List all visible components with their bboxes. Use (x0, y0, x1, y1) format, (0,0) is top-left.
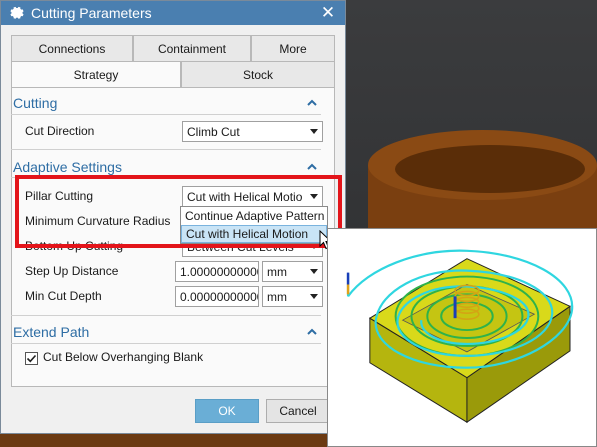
divider (11, 149, 321, 150)
chevron-up-icon[interactable] (306, 326, 318, 338)
check-icon (26, 354, 37, 363)
toolpath-illustration (346, 249, 574, 424)
min-cut-depth-label: Min Cut Depth (25, 289, 102, 303)
step-up-label: Step Up Distance (25, 264, 119, 278)
close-icon[interactable]: ✕ (319, 3, 337, 23)
title-bar[interactable]: Cutting Parameters ✕ (1, 1, 345, 25)
tab-stock[interactable]: Stock (181, 61, 335, 87)
section-adaptive-header[interactable]: Adaptive Settings (13, 157, 318, 177)
background-cylinder-hole (395, 145, 585, 193)
tab-containment[interactable]: Containment (133, 35, 251, 61)
tab-strategy[interactable]: Strategy (11, 61, 181, 87)
section-extend-header[interactable]: Extend Path (13, 322, 318, 342)
gear-icon (9, 5, 25, 21)
section-title: Extend Path (13, 324, 90, 340)
window-title: Cutting Parameters (31, 5, 152, 21)
divider (11, 114, 321, 115)
section-title: Adaptive Settings (13, 159, 122, 175)
select-value: Climb Cut (187, 124, 240, 139)
step-up-unit-select[interactable]: mm (262, 261, 323, 282)
chevron-down-icon (310, 129, 318, 134)
step-up-input[interactable]: 1.000000000000 (175, 261, 259, 282)
chevron-up-icon[interactable] (306, 97, 318, 109)
pillar-cutting-dropdown-list: Continue Adaptive Pattern Cut with Helic… (180, 206, 328, 244)
select-value: mm (267, 289, 287, 304)
chevron-down-icon (310, 269, 318, 274)
tab-connections[interactable]: Connections (11, 35, 133, 61)
select-value: mm (267, 264, 287, 279)
cut-below-overhanging-label: Cut Below Overhanging Blank (43, 350, 204, 364)
dropdown-option-helical-motion[interactable]: Cut with Helical Motion (181, 225, 327, 243)
cut-below-overhanging-checkbox[interactable] (25, 352, 38, 365)
dropdown-option-continue-adaptive[interactable]: Continue Adaptive Pattern (181, 207, 327, 225)
ok-button[interactable]: OK (195, 399, 259, 423)
cancel-button[interactable]: Cancel (266, 399, 330, 423)
helical-motion-preview (327, 228, 597, 447)
min-cut-depth-input[interactable]: 0.000000000000 (175, 286, 259, 307)
min-cut-depth-unit-select[interactable]: mm (262, 286, 323, 307)
tabs-row-second: Strategy Stock (11, 61, 335, 87)
divider (11, 315, 321, 316)
chevron-down-icon (310, 294, 318, 299)
divider (11, 343, 321, 344)
section-title: Cutting (13, 95, 58, 111)
chevron-up-icon[interactable] (306, 161, 318, 173)
tab-more[interactable]: More (251, 35, 335, 61)
cut-direction-label: Cut Direction (25, 124, 95, 138)
tabs-row-top: Connections Containment More (11, 35, 335, 61)
cut-direction-select[interactable]: Climb Cut (182, 121, 323, 142)
section-cutting-header[interactable]: Cutting (13, 93, 318, 113)
